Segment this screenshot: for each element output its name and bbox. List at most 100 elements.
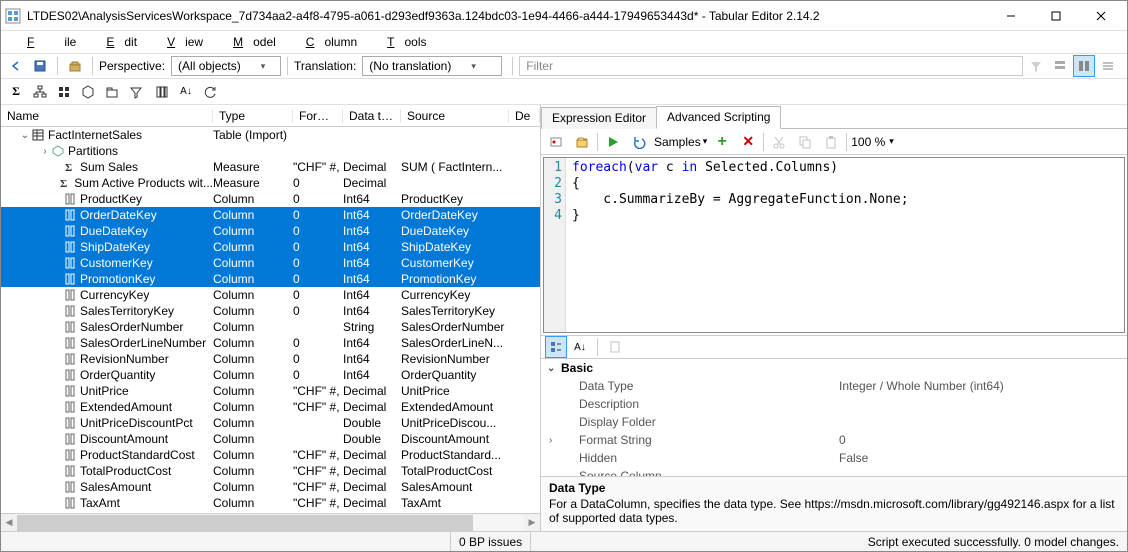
menu-column[interactable]: Column — [286, 33, 367, 51]
undo-script-icon[interactable] — [628, 131, 650, 153]
prop-value[interactable]: Integer / Whole Number (int64) — [839, 379, 1127, 393]
add-icon[interactable]: + — [711, 131, 733, 153]
maximize-button[interactable] — [1033, 1, 1078, 31]
copy-icon[interactable] — [794, 131, 816, 153]
expander-icon[interactable]: › — [39, 146, 51, 157]
code-editor[interactable]: 1234 foreach(var c in Selected.Columns) … — [543, 157, 1125, 333]
table-row[interactable]: ΣSum Active Products wit...Measure0Decim… — [1, 175, 540, 191]
tree-icon[interactable] — [53, 81, 75, 103]
open-script-icon[interactable] — [571, 131, 593, 153]
tab-expression-editor[interactable]: Expression Editor — [541, 107, 657, 129]
delete-icon[interactable]: ✕ — [737, 131, 759, 153]
horizontal-scrollbar[interactable]: ◀ ▶ — [1, 513, 540, 531]
scroll-right-icon[interactable]: ▶ — [524, 515, 540, 531]
scroll-left-icon[interactable]: ◀ — [1, 515, 17, 531]
paste-icon[interactable] — [820, 131, 842, 153]
table-row[interactable]: ExtendedAmountColumn"CHF" #,DecimalExten… — [1, 399, 540, 415]
table-row[interactable]: ProductKeyColumn0Int64ProductKey — [1, 191, 540, 207]
refresh-icon[interactable] — [199, 81, 221, 103]
sort-icon[interactable]: A↓ — [175, 81, 197, 103]
property-page-icon[interactable] — [604, 336, 626, 358]
perspective-combo[interactable]: (All objects) ▾ — [171, 56, 281, 76]
table-row[interactable]: UnitPriceDiscountPctColumnDoubleUnitPric… — [1, 415, 540, 431]
samples-dropdown[interactable]: Samples ▾ — [654, 135, 707, 149]
code-content[interactable]: foreach(var c in Selected.Columns) { c.S… — [566, 158, 909, 332]
save-icon[interactable] — [29, 55, 51, 77]
prop-label: Hidden — [559, 451, 839, 465]
zoom-combo[interactable]: 100 % ▾ — [851, 135, 894, 149]
table-row[interactable]: SalesOrderLineNumberColumn0Int64SalesOrd… — [1, 335, 540, 351]
table-row[interactable]: ShipDateKeyColumn0Int64ShipDateKey — [1, 239, 540, 255]
translation-value: (No translation) — [369, 59, 451, 73]
filter-icon[interactable] — [125, 81, 147, 103]
table-row[interactable]: CustomerKeyColumn0Int64CustomerKey — [1, 255, 540, 271]
header-type[interactable]: Type — [213, 109, 293, 123]
undo-icon[interactable] — [5, 55, 27, 77]
table-row[interactable]: SalesOrderNumberColumnStringSalesOrderNu… — [1, 319, 540, 335]
filter-input[interactable]: Filter — [519, 56, 1023, 76]
property-row[interactable]: HiddenFalse — [541, 449, 1127, 467]
tab-advanced-scripting[interactable]: Advanced Scripting — [656, 106, 781, 129]
alphabetical-icon[interactable]: A↓ — [569, 336, 591, 358]
menu-edit[interactable]: Edit — [86, 33, 147, 51]
titlebar: LTDES02\AnalysisServicesWorkspace_7d734a… — [1, 1, 1127, 31]
property-row[interactable]: ›Format String0 — [541, 431, 1127, 449]
table-row[interactable]: ProductStandardCostColumn"CHF" #,Decimal… — [1, 447, 540, 463]
table-row[interactable]: ΣSum SalesMeasure"CHF" #,DecimalSUM ( Fa… — [1, 159, 540, 175]
table-row[interactable]: SalesAmountColumn"CHF" #,DecimalSalesAmo… — [1, 479, 540, 495]
table-row[interactable]: UnitPriceColumn"CHF" #,DecimalUnitPrice — [1, 383, 540, 399]
minimize-button[interactable] — [988, 1, 1033, 31]
prop-value[interactable]: 0 — [839, 433, 1127, 447]
view-icon-2[interactable] — [1073, 55, 1095, 77]
table-row[interactable]: TaxAmtColumn"CHF" #,DecimalTaxAmt — [1, 495, 540, 511]
close-button[interactable] — [1078, 1, 1123, 31]
table-row[interactable]: CurrencyKeyColumn0Int64CurrencyKey — [1, 287, 540, 303]
chevron-down-icon: ▾ — [471, 61, 476, 72]
menu-view[interactable]: View — [147, 33, 213, 51]
view-icon-3[interactable] — [1097, 55, 1119, 77]
tree-body[interactable]: ⌄FactInternetSalesTable (Import)›Partiti… — [1, 127, 540, 513]
table-row[interactable]: DiscountAmountColumnDoubleDiscountAmount — [1, 431, 540, 447]
table-row[interactable]: OrderDateKeyColumn0Int64OrderDateKey — [1, 207, 540, 223]
property-row[interactable]: Data TypeInteger / Whole Number (int64) — [541, 377, 1127, 395]
menu-model[interactable]: Model — [213, 33, 286, 51]
scroll-thumb[interactable] — [17, 515, 473, 531]
run-script-icon[interactable] — [602, 131, 624, 153]
categorized-icon[interactable] — [545, 336, 567, 358]
sigma-icon[interactable]: Σ — [5, 81, 27, 103]
property-row[interactable]: Description — [541, 395, 1127, 413]
row-name: FactInternetSales — [48, 128, 142, 142]
table-row[interactable]: PromotionKeyColumn0Int64PromotionKey — [1, 271, 540, 287]
table-row[interactable]: SalesTerritoryKeyColumn0Int64SalesTerrit… — [1, 303, 540, 319]
table-row[interactable]: DueDateKeyColumn0Int64DueDateKey — [1, 223, 540, 239]
menu-file[interactable]: File — [7, 33, 86, 51]
prop-value[interactable]: False — [839, 451, 1127, 465]
property-grid[interactable]: ⌄Basic Data TypeInteger / Whole Number (… — [541, 359, 1127, 476]
property-row[interactable]: Source Column — [541, 467, 1127, 476]
menu-tools[interactable]: Tools — [367, 33, 436, 51]
perspective-label: Perspective: — [99, 59, 165, 73]
folder-icon[interactable] — [101, 81, 123, 103]
header-source[interactable]: Source — [401, 109, 509, 123]
view-icon-1[interactable] — [1049, 55, 1071, 77]
deploy-icon[interactable] — [64, 55, 86, 77]
hierarchy-icon[interactable] — [29, 81, 51, 103]
record-macro-icon[interactable] — [545, 131, 567, 153]
cut-icon[interactable] — [768, 131, 790, 153]
translation-combo[interactable]: (No translation) ▾ — [362, 56, 502, 76]
cube-icon[interactable] — [77, 81, 99, 103]
header-format[interactable]: Format — [293, 109, 343, 123]
table-row[interactable]: ›Partitions — [1, 143, 540, 159]
property-row[interactable]: Display Folder — [541, 413, 1127, 431]
expander-icon[interactable]: ⌄ — [19, 130, 31, 141]
filter-icon[interactable] — [1025, 55, 1047, 77]
header-de[interactable]: De — [509, 109, 540, 123]
header-name[interactable]: Name — [1, 109, 213, 123]
category-basic[interactable]: ⌄Basic — [541, 359, 1127, 377]
columns-icon[interactable] — [151, 81, 173, 103]
table-row[interactable]: TotalProductCostColumn"CHF" #,DecimalTot… — [1, 463, 540, 479]
table-row[interactable]: ⌄FactInternetSalesTable (Import) — [1, 127, 540, 143]
header-datatype[interactable]: Data type — [343, 109, 401, 123]
table-row[interactable]: OrderQuantityColumn0Int64OrderQuantity — [1, 367, 540, 383]
table-row[interactable]: RevisionNumberColumn0Int64RevisionNumber — [1, 351, 540, 367]
